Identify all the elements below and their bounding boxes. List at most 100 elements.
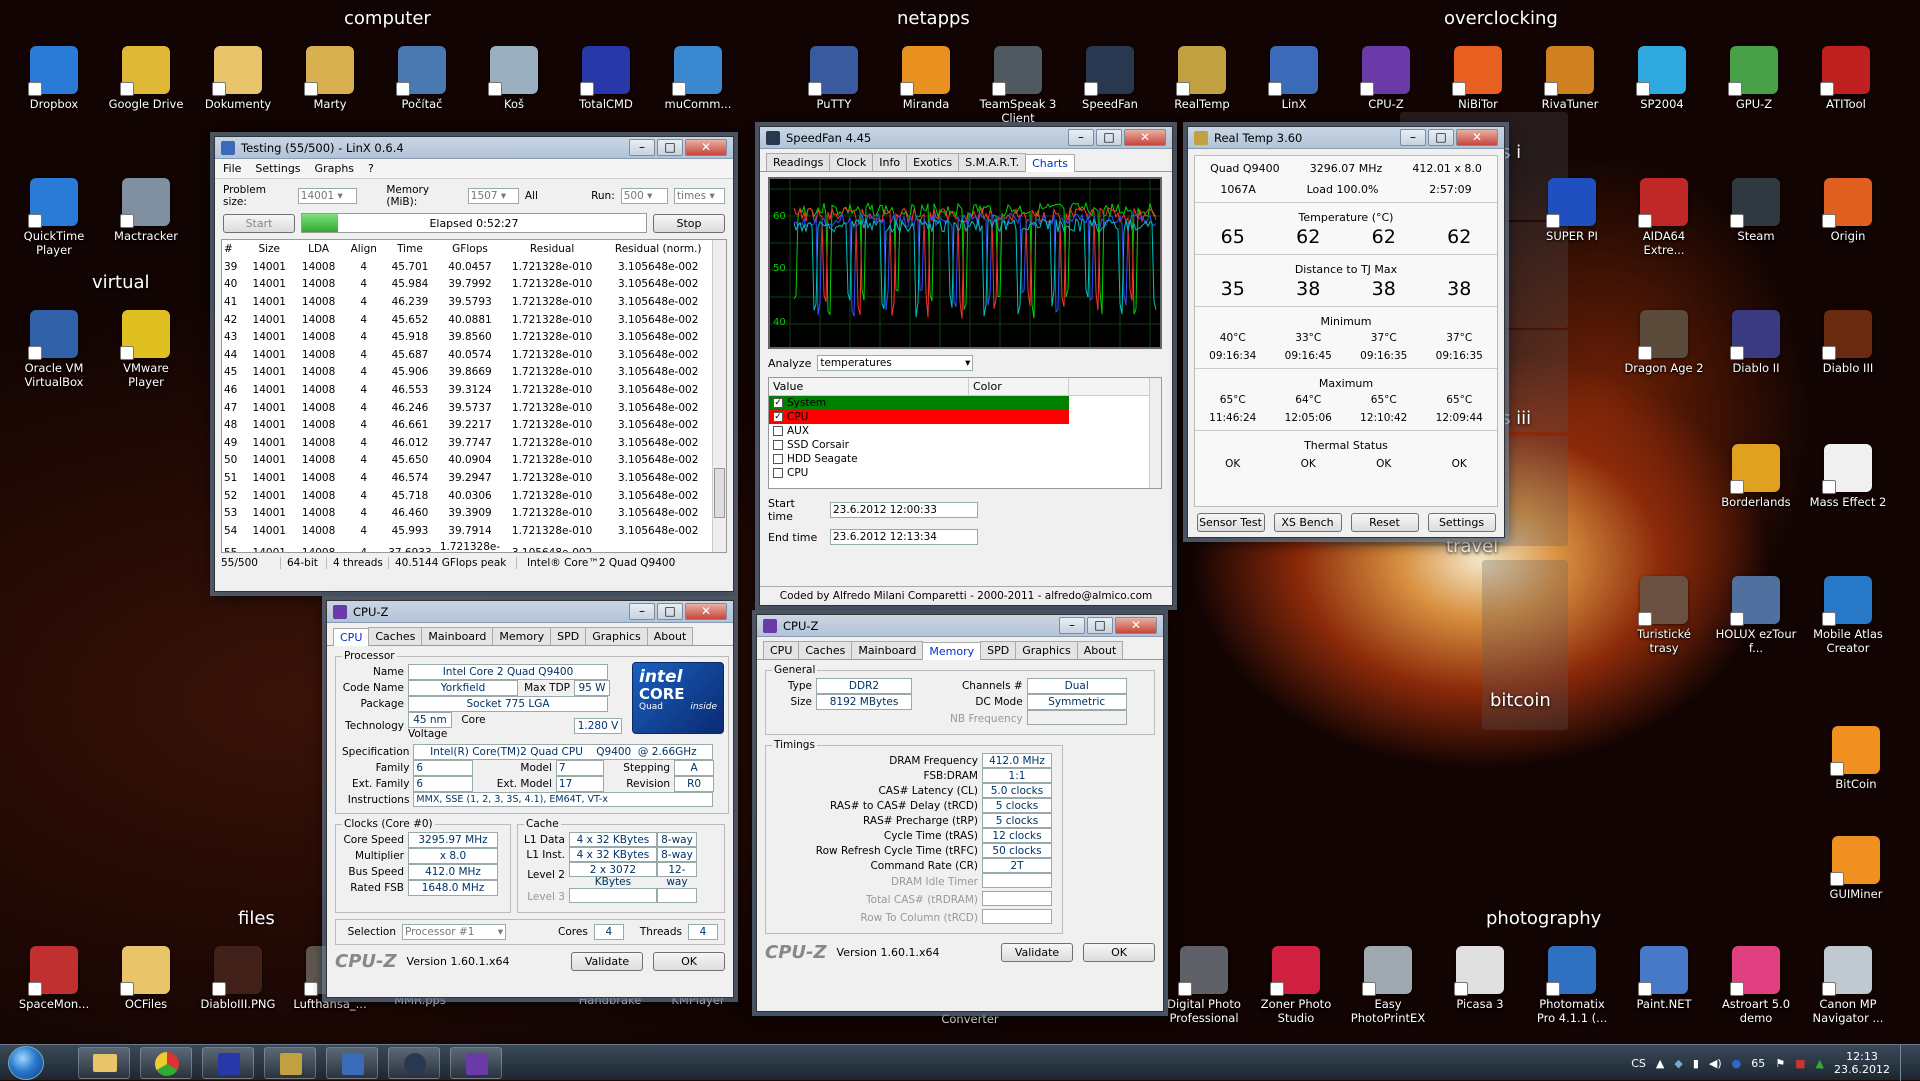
- desktop-icon-gpu-z[interactable]: GPU-Z: [1712, 46, 1796, 111]
- menu-settings[interactable]: Settings: [255, 162, 300, 175]
- desktop-icon-ko[interactable]: Koš: [472, 46, 556, 111]
- realtemp-titlebar[interactable]: Real Temp 3.60 – □ ✕: [1188, 127, 1504, 149]
- table-row[interactable]: 43 14001 14008 4 45.918 39.8560 1.721328e-010 3…: [222, 328, 716, 346]
- desktop-icon-easy-photoprintex[interactable]: Easy PhotoPrintEX: [1346, 946, 1430, 1025]
- end-time-field[interactable]: 23.6.2012 12:13:34: [830, 529, 978, 545]
- sensor-item[interactable]: ✓ CPU: [769, 410, 1161, 424]
- times-select[interactable]: times ▾: [673, 188, 726, 204]
- taskbar-speedfan[interactable]: [388, 1047, 440, 1079]
- desktop-icon-dokumenty[interactable]: Dokumenty: [196, 46, 280, 111]
- desktop-icon-digital-photo-professional[interactable]: Digital Photo Professional: [1162, 946, 1246, 1025]
- tab-smart[interactable]: S.M.A.R.T.: [958, 153, 1027, 171]
- desktop-icon-steam[interactable]: Steam: [1714, 178, 1798, 243]
- taskbar-explorer[interactable]: [78, 1047, 130, 1079]
- maximize-button[interactable]: □: [657, 603, 683, 620]
- tab-caches[interactable]: Caches: [798, 641, 853, 659]
- dropbox-tray-icon[interactable]: ◆: [1674, 1057, 1682, 1070]
- speedfan-titlebar[interactable]: SpeedFan 4.45 – □ ✕: [760, 127, 1172, 149]
- tab-info[interactable]: Info: [872, 153, 908, 171]
- column-header[interactable]: Residual (norm.): [600, 240, 716, 258]
- taskbar-totalcmd[interactable]: [202, 1047, 254, 1079]
- minimize-button[interactable]: –: [629, 603, 655, 620]
- sensor-checkbox[interactable]: [773, 468, 783, 478]
- sensor-test-button[interactable]: Sensor Test: [1196, 513, 1265, 532]
- desktop-icon-mass-effect-2[interactable]: Mass Effect 2: [1806, 444, 1890, 509]
- close-button[interactable]: ✕: [1456, 129, 1498, 146]
- table-row[interactable]: 40 14001 14008 4 45.984 39.7992 1.721328e-010 3…: [222, 276, 716, 294]
- desktop-icon-spacemon[interactable]: SpaceMon...: [12, 946, 96, 1011]
- table-row[interactable]: 45 14001 14008 4 45.906 39.8669 1.721328e-010 3…: [222, 364, 716, 382]
- menu-graphs[interactable]: Graphs: [315, 162, 354, 175]
- table-row[interactable]: 41 14001 14008 4 46.239 39.5793 1.721328e-010 3…: [222, 293, 716, 311]
- tab-readings[interactable]: Readings: [766, 153, 831, 171]
- table-row[interactable]: 47 14001 14008 4 46.246 39.5737 1.721328e-010 3…: [222, 399, 716, 417]
- desktop-icon-nibitor[interactable]: NiBiTor: [1436, 46, 1520, 111]
- desktop-icon-super-pi[interactable]: SUPER PI: [1530, 178, 1614, 243]
- desktop-icon-diabloiii-png[interactable]: DiabloIII.PNG: [196, 946, 280, 1011]
- desktop-icon-origin[interactable]: Origin: [1806, 178, 1890, 243]
- sensor-checkbox[interactable]: [773, 426, 783, 436]
- sensor-item[interactable]: AUX: [769, 424, 1161, 438]
- desktop-icon-mucomm[interactable]: muComm...: [656, 46, 740, 111]
- scrollbar[interactable]: [1149, 378, 1161, 488]
- close-button[interactable]: ✕: [1115, 617, 1157, 634]
- taskbar-chrome[interactable]: [140, 1047, 192, 1079]
- sensor-item[interactable]: HDD Seagate: [769, 452, 1161, 466]
- tab-spd[interactable]: SPD: [550, 627, 587, 645]
- desktop-icon-aida64-extre[interactable]: AIDA64 Extre...: [1622, 178, 1706, 257]
- table-row[interactable]: 46 14001 14008 4 46.553 39.3124 1.721328e-010 3…: [222, 381, 716, 399]
- desktop-icon-ocfiles[interactable]: OCFiles: [104, 946, 188, 1011]
- show-desktop-button[interactable]: [1900, 1045, 1912, 1081]
- tab-graphics[interactable]: Graphics: [1015, 641, 1078, 659]
- column-header[interactable]: GFlops: [436, 240, 504, 258]
- desktop-icon-rivatuner[interactable]: RivaTuner: [1528, 46, 1612, 111]
- table-row[interactable]: 50 14001 14008 4 45.650 40.0904 1.721328e-010 3…: [222, 452, 716, 470]
- column-header[interactable]: Align: [344, 240, 384, 258]
- all-label[interactable]: All: [525, 190, 538, 202]
- scrollbar[interactable]: [712, 240, 726, 552]
- sensor-item[interactable]: ✓ System: [769, 396, 1161, 410]
- desktop-icon-photomatix-pro-4-1-1[interactable]: Photomatix Pro 4.1.1 (...: [1530, 946, 1614, 1025]
- tab-caches[interactable]: Caches: [368, 627, 423, 645]
- scrollbar-thumb[interactable]: [714, 468, 725, 518]
- desktop-icon-po-ta[interactable]: Počítač: [380, 46, 464, 111]
- desktop-icon-sp2004[interactable]: SP2004: [1620, 46, 1704, 111]
- sensor-checkbox[interactable]: ✓: [773, 398, 783, 408]
- maximize-button[interactable]: □: [1087, 617, 1113, 634]
- sensor-checkbox[interactable]: ✓: [773, 412, 783, 422]
- settings-button[interactable]: Settings: [1427, 513, 1496, 532]
- sensor-item[interactable]: SSD Corsair: [769, 438, 1161, 452]
- desktop-icon-totalcmd[interactable]: TotalCMD: [564, 46, 648, 111]
- maximize-button[interactable]: □: [1428, 129, 1454, 146]
- sensor-item[interactable]: CPU: [769, 466, 1161, 480]
- desktop-icon-dragon-age-2[interactable]: Dragon Age 2: [1622, 310, 1706, 375]
- desktop-icon-realtemp[interactable]: RealTemp: [1160, 46, 1244, 111]
- table-row[interactable]: 44 14001 14008 4 45.687 40.0574 1.721328e-010 3…: [222, 346, 716, 364]
- desktop-icon-diablo-iii[interactable]: Diablo III: [1806, 310, 1890, 375]
- close-button[interactable]: ✕: [685, 139, 727, 156]
- table-row[interactable]: 51 14001 14008 4 46.574 39.2947 1.721328e-010 3…: [222, 469, 716, 487]
- analyze-select[interactable]: temperatures ▾: [817, 355, 974, 371]
- taskbar-realtemp[interactable]: [264, 1047, 316, 1079]
- start-orb-button[interactable]: [8, 1046, 44, 1080]
- close-button[interactable]: ✕: [1124, 129, 1166, 146]
- table-row[interactable]: 42 14001 14008 4 45.652 40.0881 1.721328e-010 3…: [222, 311, 716, 329]
- maximize-button[interactable]: □: [1096, 129, 1122, 146]
- ok-button[interactable]: OK: [653, 952, 725, 971]
- column-header[interactable]: Size: [245, 240, 293, 258]
- stop-button[interactable]: Stop: [653, 213, 725, 233]
- minimize-button[interactable]: –: [1059, 617, 1085, 634]
- desktop-icon-putty[interactable]: PuTTY: [792, 46, 876, 111]
- network-tray-icon[interactable]: ▮: [1693, 1057, 1699, 1070]
- desktop-icon-turistick-trasy[interactable]: Turistické trasy: [1622, 576, 1706, 655]
- desktop-icon-cpu-z[interactable]: CPU-Z: [1344, 46, 1428, 111]
- table-row[interactable]: 48 14001 14008 4 46.661 39.2217 1.721328e-010 3…: [222, 416, 716, 434]
- desktop-icon-guiminer[interactable]: GUIMiner: [1814, 836, 1898, 901]
- desktop-icon-bitcoin[interactable]: BitCoin: [1814, 726, 1898, 791]
- tab-cpu[interactable]: CPU: [333, 628, 370, 646]
- tab-about[interactable]: About: [1076, 641, 1124, 659]
- reset-button[interactable]: Reset: [1350, 513, 1419, 532]
- desktop-icon-holux-eztour-f[interactable]: HOLUX ezTour f...: [1714, 576, 1798, 655]
- tab-memory[interactable]: Memory: [492, 627, 552, 645]
- table-row[interactable]: 39 14001 14008 4 45.701 40.0457 1.721328e-010 3…: [222, 258, 716, 276]
